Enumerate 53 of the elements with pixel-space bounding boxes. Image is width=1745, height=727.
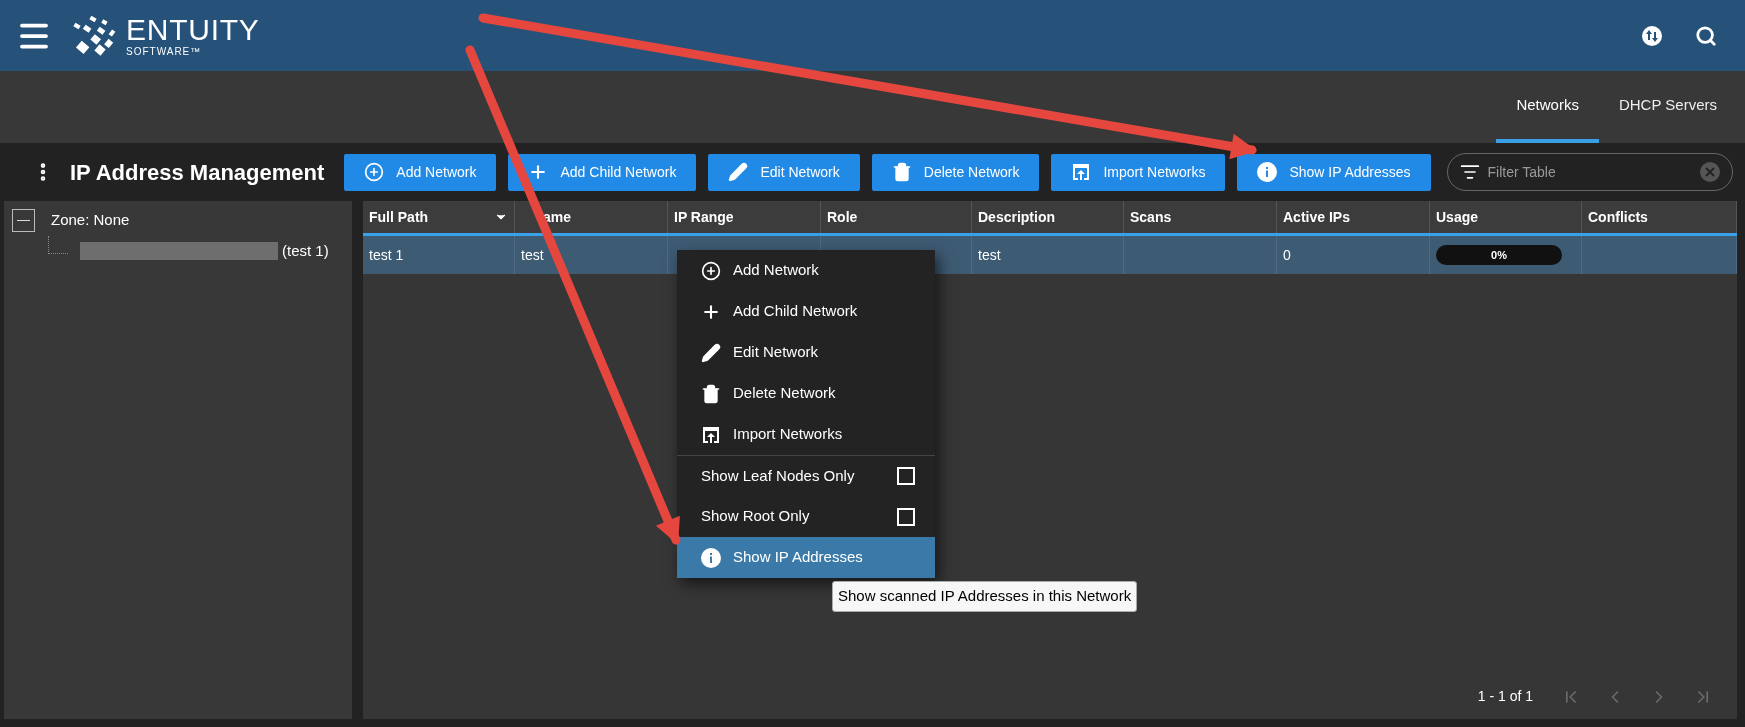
table-cell-text: test bbox=[978, 245, 1001, 265]
column-header[interactable]: Active IPs bbox=[1277, 201, 1430, 233]
toolbar-button[interactable]: Add Network bbox=[344, 153, 497, 191]
table-cell-text: 0 bbox=[1283, 245, 1291, 265]
toolbar-button[interactable]: Edit Network bbox=[708, 153, 860, 191]
menu-item[interactable]: Import Networks bbox=[677, 414, 935, 455]
add-circle-icon bbox=[701, 260, 721, 281]
logo-icon bbox=[72, 15, 118, 56]
upload-icon bbox=[701, 424, 721, 445]
filter-input[interactable]: Filter Table bbox=[1487, 161, 1692, 183]
page-title: IP Address Management bbox=[70, 158, 325, 187]
tab[interactable]: DHCP Servers bbox=[1598, 71, 1737, 143]
tree-item[interactable]: (test 1) bbox=[282, 239, 329, 263]
column-header[interactable]: Description bbox=[972, 201, 1124, 233]
logo-wordmark: ENTUITY bbox=[126, 14, 260, 45]
toolbar-button[interactable]: Delete Network bbox=[871, 153, 1040, 191]
column-header[interactable]: Scans bbox=[1124, 201, 1277, 233]
column-header[interactable]: IP Range bbox=[668, 201, 821, 233]
pencil-icon bbox=[701, 342, 721, 363]
table-cell-text: test 1 bbox=[369, 245, 404, 265]
pagination-range: 1 - 1 of 1 bbox=[1477, 687, 1533, 706]
tooltip: Show scanned IP Addresses in this Network bbox=[832, 581, 1138, 612]
toolbar-button[interactable]: Add Child Network bbox=[508, 153, 697, 191]
info-icon bbox=[701, 547, 721, 568]
trash-icon bbox=[701, 383, 721, 404]
menu-item[interactable]: Delete Network bbox=[677, 373, 935, 414]
upload-icon bbox=[1071, 162, 1092, 182]
table-cell-text: test bbox=[521, 245, 544, 265]
menu-item[interactable]: Show IP Addresses bbox=[677, 537, 935, 578]
menu-item[interactable]: Show Root Only bbox=[677, 496, 935, 537]
add-circle-icon bbox=[364, 162, 385, 182]
tab[interactable]: Networks bbox=[1496, 71, 1599, 143]
toolbar-button[interactable]: Import Networks bbox=[1051, 153, 1226, 191]
pencil-icon bbox=[728, 162, 749, 182]
checkbox[interactable] bbox=[897, 507, 915, 526]
search-icon[interactable] bbox=[1695, 24, 1717, 47]
info-icon bbox=[1257, 162, 1278, 182]
filter-icon bbox=[1459, 162, 1480, 182]
column-header[interactable]: Usage bbox=[1430, 201, 1582, 233]
toolbar-button[interactable]: Show IP Addresses bbox=[1237, 153, 1431, 191]
usage-meter: 0% bbox=[1436, 245, 1562, 265]
checkbox[interactable] bbox=[897, 467, 915, 485]
tree-item[interactable]: Zone: None bbox=[51, 209, 130, 232]
sync-icon[interactable] bbox=[1641, 24, 1663, 47]
menu-item[interactable]: Show Leaf Nodes Only bbox=[677, 455, 935, 496]
column-header[interactable]: Role bbox=[821, 201, 972, 233]
column-header[interactable]: Conflicts bbox=[1582, 201, 1737, 233]
menu-item[interactable]: Add Child Network bbox=[677, 291, 935, 332]
menu-item[interactable]: Edit Network bbox=[677, 332, 935, 373]
logo-subtitle: SOFTWARE™ bbox=[126, 46, 203, 57]
collapse-icon[interactable] bbox=[12, 209, 35, 232]
trash-icon bbox=[891, 162, 912, 182]
column-header[interactable]: Full Path bbox=[363, 201, 515, 233]
